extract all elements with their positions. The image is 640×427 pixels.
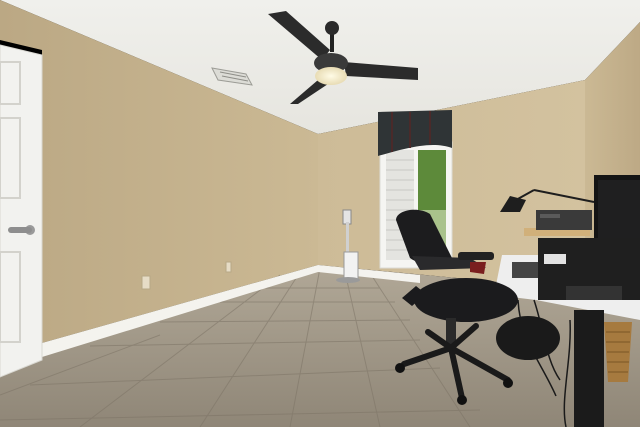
- monitor: [594, 175, 640, 243]
- computer-tower: [538, 238, 640, 300]
- bag-under-desk: [496, 316, 560, 360]
- room-photo: [0, 0, 640, 427]
- room-illustration: [0, 0, 640, 427]
- wastebasket: [604, 322, 632, 382]
- greenery: [418, 150, 446, 210]
- printer: [536, 210, 592, 230]
- wall-outlet-2: [225, 261, 232, 273]
- door: [0, 44, 43, 378]
- desk-leg: [574, 310, 604, 427]
- wall-outlet: [141, 275, 151, 290]
- fan-light: [315, 67, 347, 85]
